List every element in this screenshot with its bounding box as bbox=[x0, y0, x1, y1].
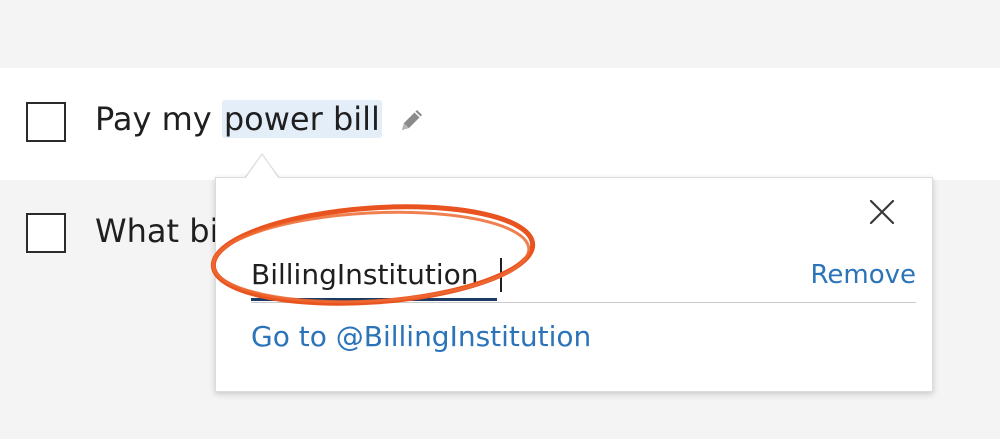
input-focus-underline bbox=[251, 298, 497, 301]
link-target-field: Remove bbox=[251, 250, 916, 303]
go-to-link[interactable]: Go to @BillingInstitution bbox=[251, 320, 591, 353]
linked-text-highlight[interactable]: power bill bbox=[221, 100, 382, 138]
task-row: Pay my power bill bbox=[0, 68, 1000, 180]
task-checkbox[interactable] bbox=[26, 213, 66, 253]
task-checkbox[interactable] bbox=[26, 102, 66, 142]
popover-caret bbox=[245, 155, 279, 179]
link-popover: Remove Go to @BillingInstitution bbox=[215, 177, 933, 392]
task-title[interactable]: Pay my power bill bbox=[95, 99, 382, 139]
remove-link-button[interactable]: Remove bbox=[810, 260, 916, 290]
close-icon[interactable] bbox=[866, 196, 898, 228]
task-title[interactable]: What bi bbox=[95, 211, 218, 251]
page: { "tasks": [ {"prefix": "Pay my ", "high… bbox=[0, 0, 1000, 439]
pencil-icon[interactable] bbox=[396, 104, 428, 136]
text-cursor bbox=[500, 258, 502, 292]
task-title-prefix: Pay my bbox=[95, 100, 222, 138]
link-target-input[interactable] bbox=[251, 250, 771, 300]
